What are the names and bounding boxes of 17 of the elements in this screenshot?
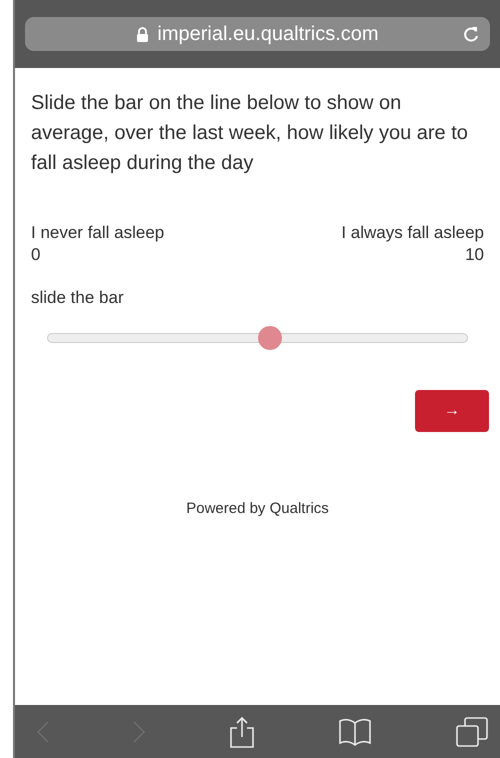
tabs-icon[interactable] — [456, 716, 488, 746]
max-value: 10 — [465, 244, 484, 266]
powered-by-text: Powered by Qualtrics — [185, 500, 330, 517]
share-icon[interactable] — [228, 716, 254, 748]
book-icon[interactable] — [338, 718, 372, 746]
min-label: I never fall asleep — [31, 222, 164, 244]
reload-icon[interactable] — [462, 24, 480, 44]
min-value: 0 — [31, 244, 40, 266]
slider-thumb[interactable] — [258, 326, 282, 350]
slider[interactable] — [47, 326, 468, 350]
url-text: imperial.eu.qualtrics.com — [157, 22, 379, 46]
address-bar[interactable]: imperial.eu.qualtrics.com — [25, 17, 490, 51]
question-text: Slide the bar on the line below to show on average, over the last week, how likely you are to fall asleep during the day — [31, 91, 469, 176]
lock-icon — [136, 26, 150, 42]
max-label: I always fall asleep — [341, 222, 484, 244]
next-button[interactable]: → — [415, 390, 489, 432]
slider-label: slide the bar — [31, 288, 125, 308]
